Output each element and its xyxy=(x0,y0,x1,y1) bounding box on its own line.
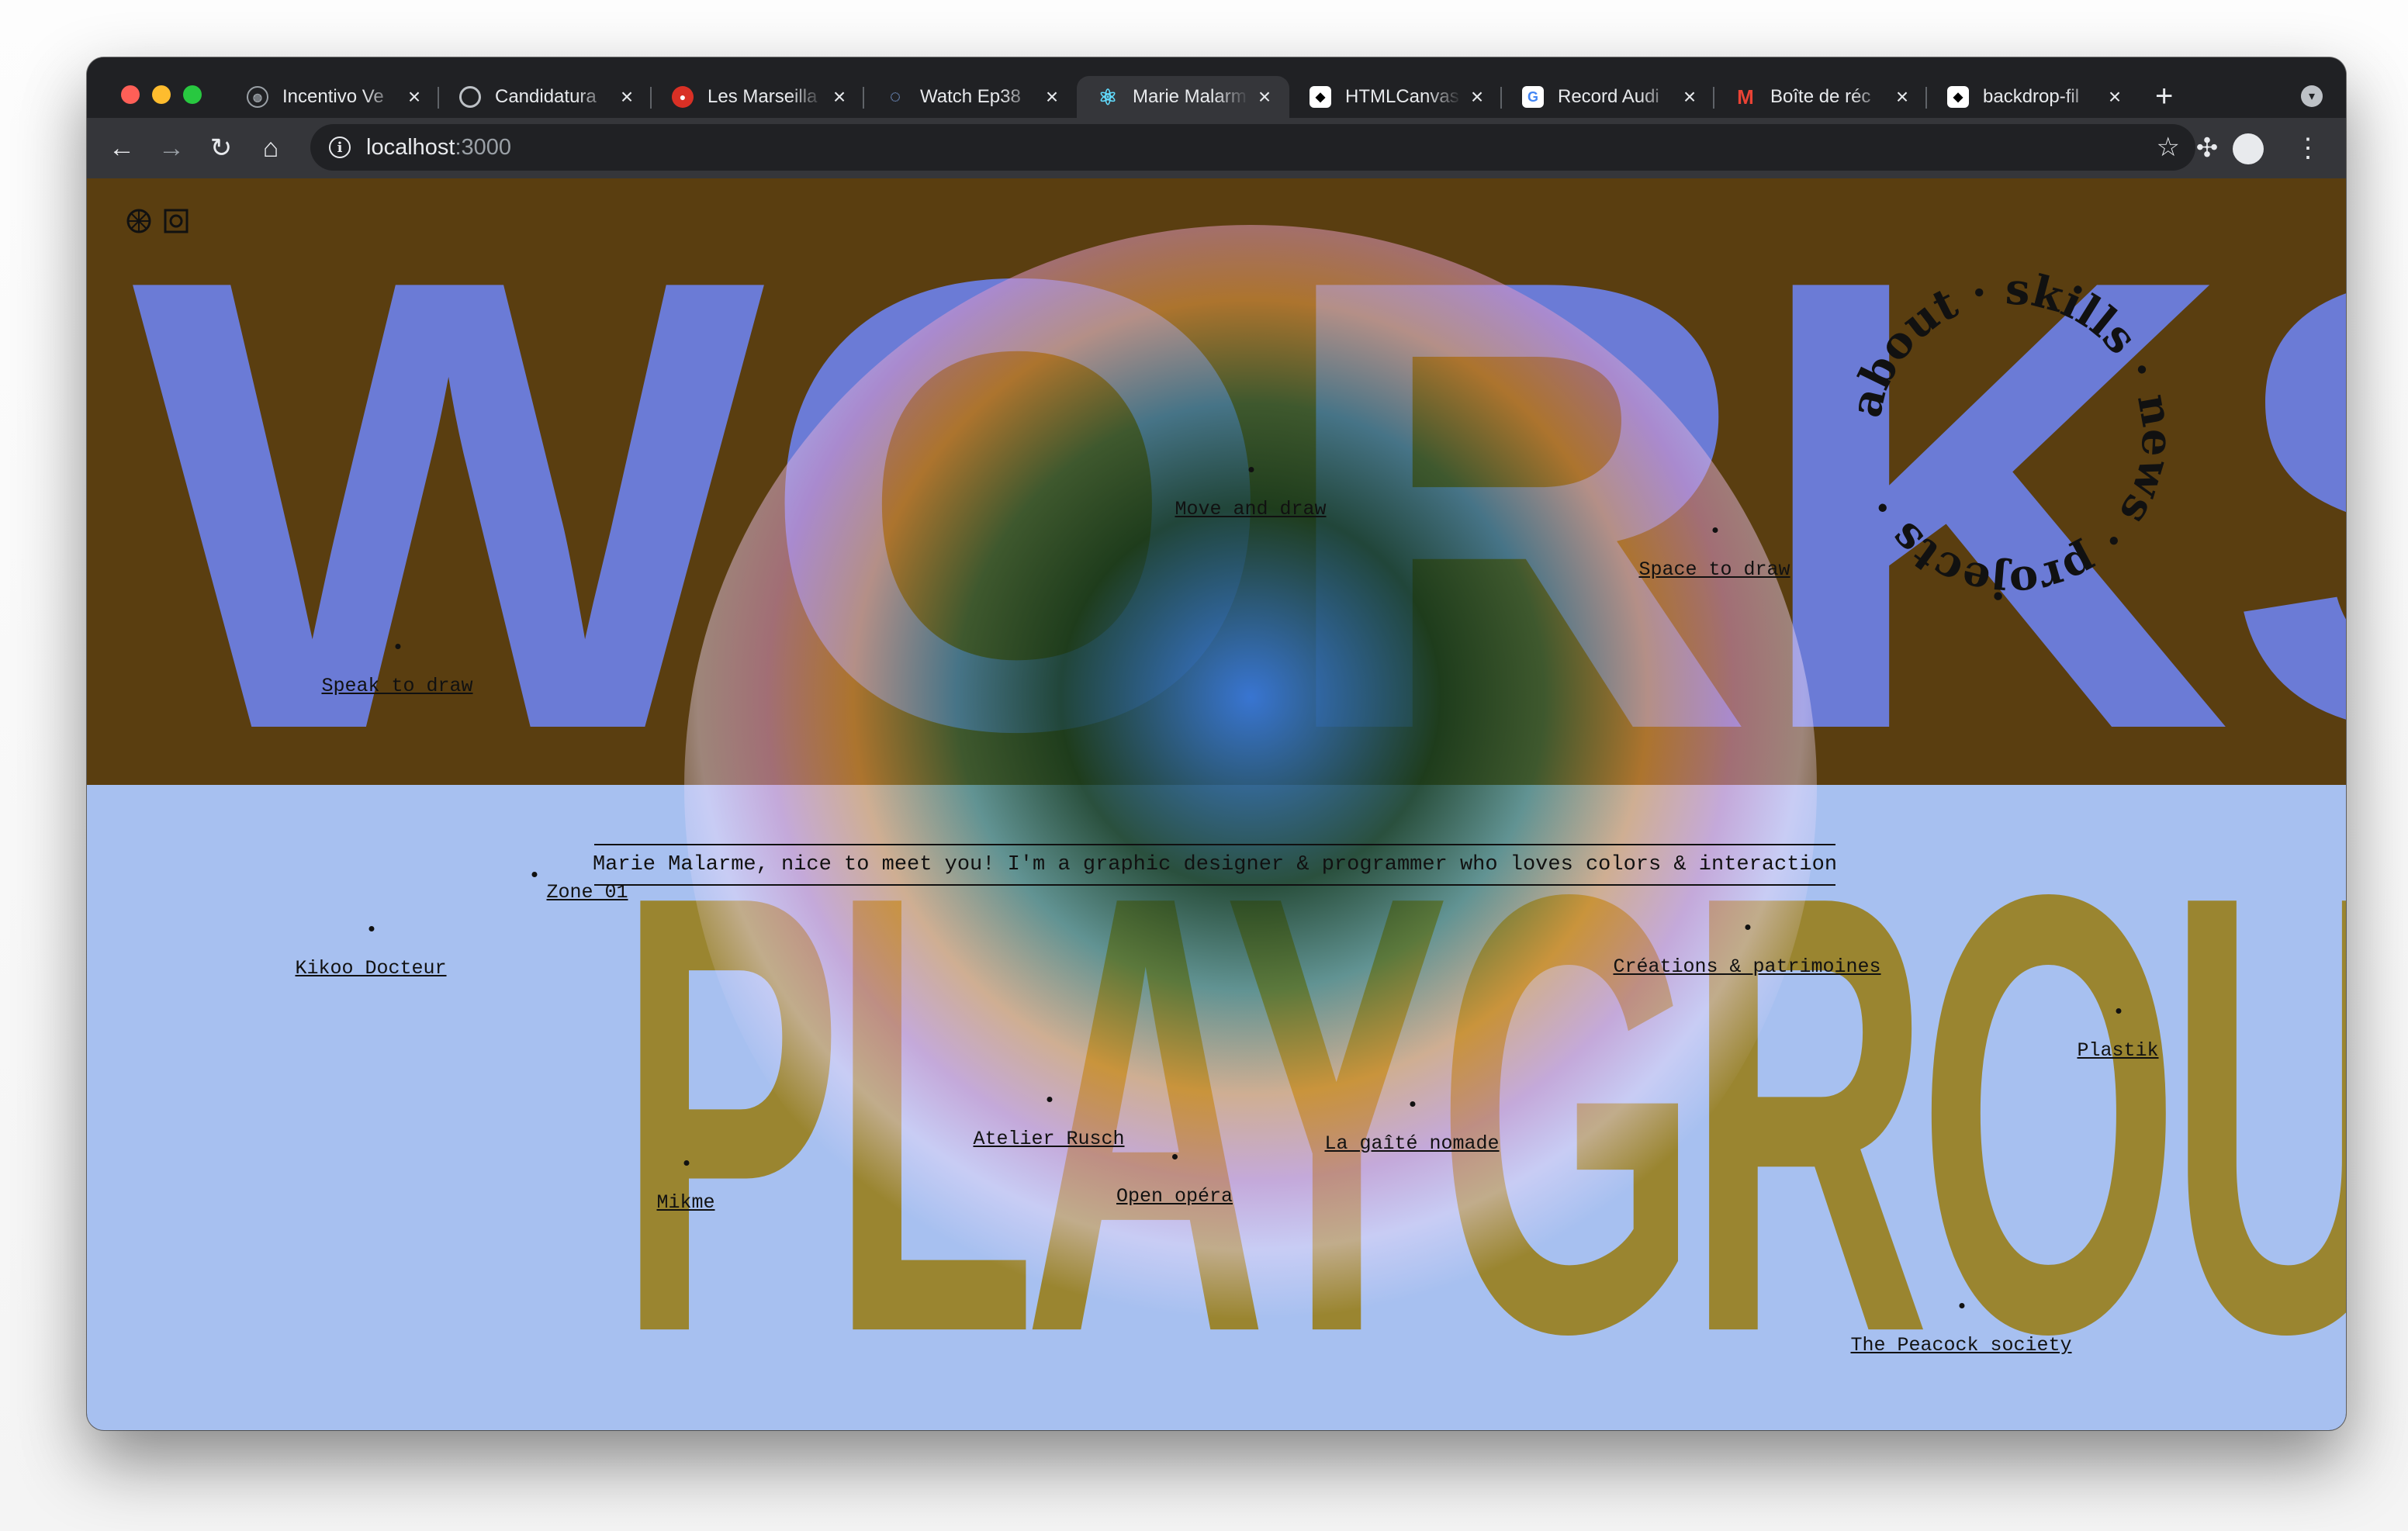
close-tab-icon[interactable]: × xyxy=(1041,85,1063,109)
tab-title: Les Marseilla xyxy=(708,86,818,107)
tab-7[interactable]: G Record Audi × xyxy=(1502,76,1714,118)
tab-3[interactable]: ● Les Marseilla × xyxy=(652,76,864,118)
tab-6[interactable]: ◆ HTMLCanvas × xyxy=(1289,76,1502,118)
playground-headline: PLAYGROUND xyxy=(618,765,2346,1430)
menu-kebab-icon[interactable]: ⋮ xyxy=(2289,129,2327,168)
minimize-window-button[interactable] xyxy=(152,85,171,104)
home-icon[interactable]: ⌂ xyxy=(251,129,290,168)
mdn-icon: ◆ xyxy=(1947,86,1969,108)
gmail-icon: M xyxy=(1737,85,1754,109)
page-content: WORKS PLAYGROUND about · skills · news ·… xyxy=(87,178,2346,1430)
intro-tagline: Marie Malarme, nice to meet you! I'm a g… xyxy=(593,844,1837,886)
close-tab-icon[interactable]: × xyxy=(1891,85,1913,109)
tab-9[interactable]: ◆ backdrop-fil × xyxy=(1927,76,2140,118)
top-left-controls xyxy=(126,208,189,234)
record-icon: ● xyxy=(672,86,694,108)
tab-title: Incentivo Ve xyxy=(282,86,384,107)
mdn-icon: ◆ xyxy=(1310,86,1331,108)
tab-8[interactable]: M Boîte de réc × xyxy=(1714,76,1927,118)
project-link-open-opera[interactable]: Open opéra xyxy=(1116,1154,1233,1208)
tab-title: Watch Ep38 xyxy=(920,86,1021,107)
project-link-mikme[interactable]: Mikme xyxy=(656,1160,715,1214)
react-icon: ⚛ xyxy=(1098,85,1118,109)
tab-5-active[interactable]: ⚛ Marie Malarm × xyxy=(1077,76,1289,118)
close-tab-icon[interactable]: × xyxy=(829,85,850,109)
forward-arrow-icon[interactable]: → xyxy=(152,129,191,168)
bookmark-star-icon[interactable]: ☆ xyxy=(2157,132,2180,163)
tab-title: Marie Malarm xyxy=(1133,86,1247,107)
project-link-kikoo-docteur[interactable]: Kikoo Docteur xyxy=(295,926,447,980)
tab-title: Candidatura xyxy=(495,86,597,107)
tab-2[interactable]: Candidatura × xyxy=(439,76,652,118)
tab-strip: ◍ Incentivo Ve × Candidatura × ● Les Mar… xyxy=(87,57,2346,118)
project-link-plastik[interactable]: Plastik xyxy=(2077,1008,2159,1062)
camera-icon[interactable] xyxy=(163,208,189,234)
project-link-atelier-rusch[interactable]: Atelier Rusch xyxy=(973,1097,1125,1150)
color-wheel-icon[interactable] xyxy=(126,208,152,234)
project-link-move-and-draw[interactable]: Move and draw xyxy=(1175,467,1327,520)
project-link-creations-patrimoines[interactable]: Créations & patrimoines xyxy=(1613,924,1881,978)
close-tab-icon[interactable]: × xyxy=(403,85,425,109)
app-icon xyxy=(459,86,481,108)
tab-title: Boîte de réc xyxy=(1770,86,1871,107)
maximize-window-button[interactable] xyxy=(183,85,202,104)
globe-icon: ◍ xyxy=(247,86,268,108)
tab-title: Record Audi xyxy=(1558,86,1659,107)
spinner-icon: ◌ xyxy=(889,86,901,107)
tab-search-icon[interactable]: ▾ xyxy=(2301,85,2323,107)
browser-toolbar: ← → ↻ ⌂ i localhost:3000 ☆ ✣ ⋮ xyxy=(87,118,2346,178)
site-info-icon[interactable]: i xyxy=(329,137,351,158)
reload-icon[interactable]: ↻ xyxy=(202,129,240,168)
tab-1[interactable]: ◍ Incentivo Ve × xyxy=(227,76,439,118)
close-window-button[interactable] xyxy=(121,85,140,104)
project-link-speak-to-draw[interactable]: Speak to draw xyxy=(321,644,473,697)
google-icon: G xyxy=(1522,86,1544,108)
close-tab-icon[interactable]: × xyxy=(616,85,638,109)
close-tab-icon[interactable]: × xyxy=(1254,85,1275,109)
project-link-la-gaite-nomade[interactable]: La gaîté nomade xyxy=(1324,1101,1500,1155)
close-tab-icon[interactable]: × xyxy=(1679,85,1700,109)
circular-nav-text[interactable]: about · skills · news · projects · xyxy=(1840,264,2184,609)
project-link-the-peacock-society[interactable]: The Peacock society xyxy=(1850,1303,2072,1356)
browser-window: ◍ Incentivo Ve × Candidatura × ● Les Mar… xyxy=(87,57,2346,1430)
new-tab-button[interactable]: + xyxy=(2155,81,2173,112)
close-tab-icon[interactable]: × xyxy=(2104,85,2126,109)
close-tab-icon[interactable]: × xyxy=(1466,85,1488,109)
url-text: localhost:3000 xyxy=(366,134,512,160)
back-arrow-icon[interactable]: ← xyxy=(102,129,141,168)
circular-nav[interactable]: about · skills · news · projects · xyxy=(1825,250,2197,622)
project-link-space-to-draw[interactable]: Space to draw xyxy=(1638,527,1790,581)
tab-4[interactable]: ◌ Watch Ep38 × xyxy=(864,76,1077,118)
tab-title: backdrop-fil xyxy=(1983,86,2080,107)
address-bar[interactable]: i localhost:3000 ☆ xyxy=(310,124,2195,171)
project-link-zone-01[interactable]: Zone 01 xyxy=(531,872,628,904)
profile-avatar[interactable] xyxy=(2233,133,2264,164)
extensions-puzzle-icon[interactable]: ✣ xyxy=(2188,129,2226,168)
tab-title: HTMLCanvas xyxy=(1345,86,1459,107)
